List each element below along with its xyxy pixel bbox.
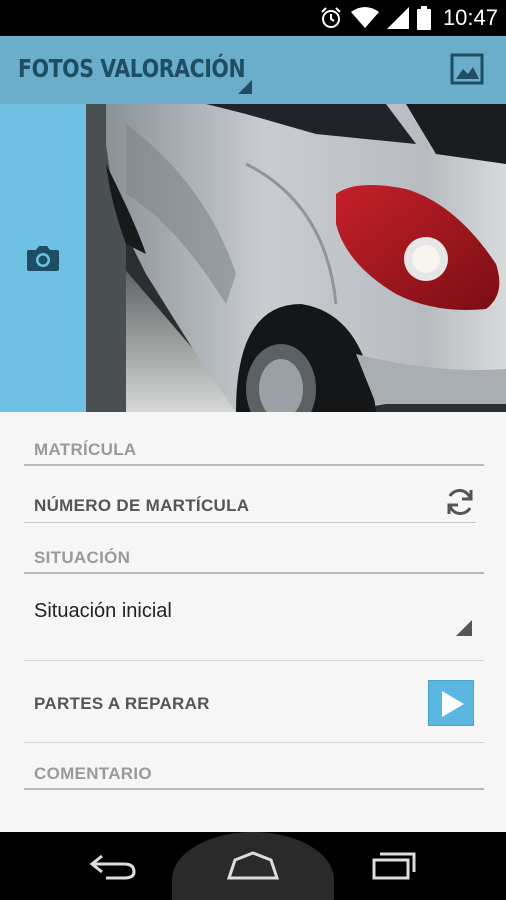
camera-icon [27, 246, 59, 271]
status-icons: 10:47 [319, 0, 498, 36]
battery-icon [416, 6, 431, 30]
wifi-icon [350, 7, 379, 29]
signal-icon [386, 7, 409, 29]
navigation-bar [0, 832, 506, 900]
comment-header-divider [24, 788, 484, 790]
parts-label: PARTES A REPARAR [34, 694, 210, 713]
comment-header: COMENTARIO [34, 764, 152, 783]
situation-header: SITUACIÓN [34, 548, 131, 567]
gallery-button[interactable] [450, 52, 484, 86]
status-time: 10:47 [442, 5, 498, 30]
parts-button[interactable] [428, 680, 474, 726]
app-title-dropdown[interactable]: FOTOS VALORACIÓN [18, 54, 246, 83]
back-icon[interactable] [86, 848, 142, 884]
parts-divider [24, 742, 484, 743]
camera-panel[interactable] [0, 104, 86, 412]
home-icon[interactable] [225, 848, 281, 884]
plate-header: MATRÍCULA [34, 440, 137, 459]
alarm-icon [319, 6, 343, 30]
dropdown-corner-icon [456, 620, 472, 636]
play-icon [442, 691, 464, 717]
screen: 10:47 FOTOS VALORACIÓN MATRÍCULA NÚMERO … [0, 0, 506, 900]
refresh-icon[interactable] [444, 486, 476, 518]
status-bar: 10:47 [0, 0, 506, 36]
plate-header-divider [24, 464, 484, 466]
situation-select[interactable]: Situación inicial [34, 600, 172, 623]
situation-header-divider [24, 572, 484, 574]
dropdown-corner-icon [238, 80, 252, 94]
situation-divider [24, 660, 484, 661]
car-photo [86, 104, 506, 412]
recent-apps-icon[interactable] [366, 848, 422, 884]
image-gallery-icon [450, 53, 484, 85]
plate-input[interactable]: NÚMERO DE MARTÍCULA [34, 496, 249, 516]
plate-input-underline [24, 522, 476, 523]
